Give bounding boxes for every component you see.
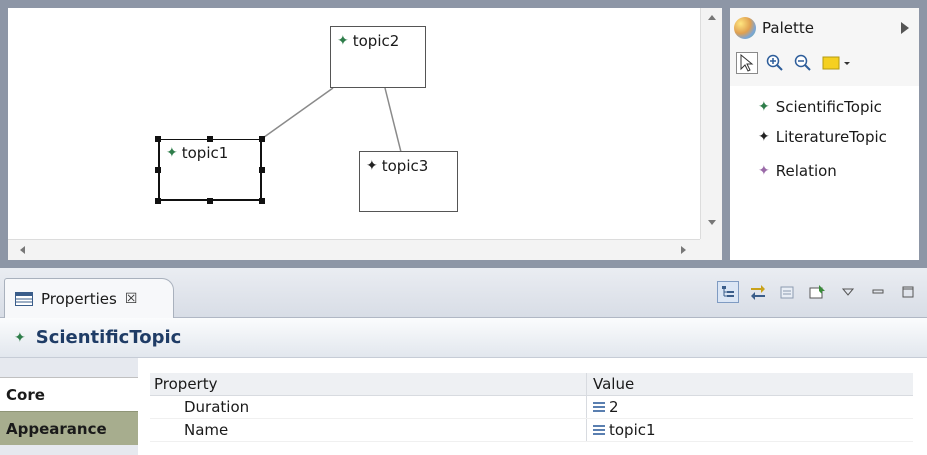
column-header-value[interactable]: Value [586, 373, 913, 395]
scroll-left-icon[interactable] [20, 246, 25, 254]
property-value-text: 2 [609, 398, 619, 416]
diagram-editor: ✦ topic2 ✦ topic1 ✦ topic3 Palette ✦ Sci… [0, 0, 927, 268]
node-name: topic3 [381, 157, 429, 175]
view-toolbar [717, 281, 919, 303]
palette-item-label: Relation [775, 162, 837, 180]
palette-title: Palette [762, 19, 814, 37]
property-value-text: topic1 [609, 421, 656, 439]
cursor-arrow-icon [740, 54, 754, 72]
property-name: Duration [184, 398, 250, 416]
column-header-property[interactable]: Property [150, 375, 586, 393]
property-value[interactable]: 2 [586, 396, 913, 418]
value-list-icon [593, 402, 605, 412]
properties-view: Properties ☒ ✦ ScientificTopic Core Appe… [0, 268, 927, 455]
selection-handle[interactable] [155, 198, 161, 204]
palette-item-relation[interactable]: ✦ Relation [730, 154, 919, 188]
scroll-up-icon[interactable] [708, 15, 716, 20]
table-header: Property Value [150, 373, 913, 396]
literature-topic-icon: ✦ [366, 158, 378, 174]
tab-appearance[interactable]: Appearance [0, 411, 138, 445]
scroll-down-icon[interactable] [708, 220, 716, 225]
palette: Palette ✦ ScientificTopic ✦ LiteratureTo… [730, 8, 919, 260]
select-tool-button[interactable] [736, 52, 758, 74]
zoom-in-button[interactable] [764, 52, 786, 74]
properties-table: Property Value Duration 2 Name topic1 [150, 373, 913, 442]
pin-icon [809, 285, 825, 299]
selection-handle[interactable] [259, 198, 265, 204]
palette-item-literature-topic[interactable]: ✦ LiteratureTopic [730, 120, 919, 154]
properties-body: Core Appearance Property Value Duration … [0, 358, 927, 455]
palette-item-scientific-topic[interactable]: ✦ ScientificTopic [730, 86, 919, 120]
tab-properties[interactable]: Properties ☒ [4, 278, 174, 318]
purple-star-icon: ✦ [758, 163, 770, 179]
restore-defaults-button[interactable] [777, 281, 799, 303]
connection-topic2-topic1 [259, 87, 334, 141]
palette-toolbar [730, 48, 919, 78]
properties-table-icon [15, 291, 33, 306]
vertical-scrollbar[interactable] [700, 8, 722, 239]
selection-handle[interactable] [259, 136, 265, 142]
restore-default-icon [780, 286, 794, 299]
property-value[interactable]: topic1 [586, 419, 913, 441]
table-row[interactable]: Name topic1 [150, 419, 913, 442]
scrollbar-corner [700, 239, 722, 260]
filter-advanced-button[interactable] [747, 281, 769, 303]
selection-handle[interactable] [155, 136, 161, 142]
pin-view-button[interactable] [807, 281, 829, 303]
show-categories-button[interactable] [717, 281, 739, 303]
value-list-icon [593, 425, 605, 435]
properties-tabbar: Properties ☒ [0, 268, 927, 318]
black-star-icon: ✦ [758, 129, 770, 145]
view-menu-button[interactable] [837, 281, 859, 303]
tab-label: Properties [41, 289, 117, 308]
palette-item-label: LiteratureTopic [775, 128, 887, 146]
zoom-out-icon [794, 54, 811, 71]
node-label: ✦ topic2 [337, 32, 399, 50]
scientific-topic-icon: ✦ [337, 33, 349, 49]
table-row[interactable]: Duration 2 [150, 396, 913, 419]
selection-handle[interactable] [259, 167, 265, 173]
close-icon[interactable]: ☒ [125, 291, 138, 307]
diagram-canvas[interactable]: ✦ topic2 ✦ topic1 ✦ topic3 [8, 8, 700, 239]
minimize-icon [872, 289, 884, 294]
palette-header[interactable]: Palette [730, 8, 919, 48]
connection-topic2-topic3 [384, 87, 402, 153]
selection-handle[interactable] [207, 198, 213, 204]
selection-handle[interactable] [207, 136, 213, 142]
property-name: Name [184, 421, 229, 439]
node-name: topic2 [352, 32, 400, 50]
tree-icon [722, 286, 734, 297]
zoom-out-button[interactable] [792, 52, 814, 74]
filter-arrows-icon [751, 285, 765, 300]
node-topic1[interactable]: ✦ topic1 [158, 139, 262, 201]
maximize-button[interactable] [897, 281, 919, 303]
minimize-button[interactable] [867, 281, 889, 303]
tab-core[interactable]: Core [0, 377, 138, 411]
scientific-topic-icon: ✦ [166, 145, 178, 161]
zoom-in-icon [766, 54, 783, 71]
properties-title: ScientificTopic [35, 327, 182, 348]
node-label: ✦ topic3 [366, 157, 428, 175]
node-name: topic1 [181, 144, 229, 162]
palette-item-label: ScientificTopic [775, 98, 882, 116]
chevron-down-icon [842, 288, 854, 296]
scientific-topic-icon: ✦ [14, 329, 26, 346]
green-star-icon: ✦ [758, 99, 770, 115]
column-header-value-label: Value [593, 375, 635, 393]
palette-collapse-icon[interactable] [901, 22, 909, 34]
palette-icon [734, 17, 756, 39]
node-topic3[interactable]: ✦ topic3 [359, 151, 458, 212]
note-dropdown-icon [822, 56, 850, 70]
note-tool-button[interactable] [820, 52, 854, 74]
selection-handle[interactable] [155, 167, 161, 173]
properties-title-bar: ✦ ScientificTopic [0, 318, 927, 358]
node-label: ✦ topic1 [166, 144, 228, 162]
horizontal-scrollbar[interactable] [8, 239, 700, 260]
node-topic2[interactable]: ✦ topic2 [330, 26, 426, 88]
maximize-icon [902, 286, 914, 298]
properties-side-tabs: Core Appearance [0, 358, 138, 455]
palette-items: ✦ ScientificTopic ✦ LiteratureTopic ✦ Re… [730, 86, 919, 260]
scroll-right-icon[interactable] [681, 246, 686, 254]
